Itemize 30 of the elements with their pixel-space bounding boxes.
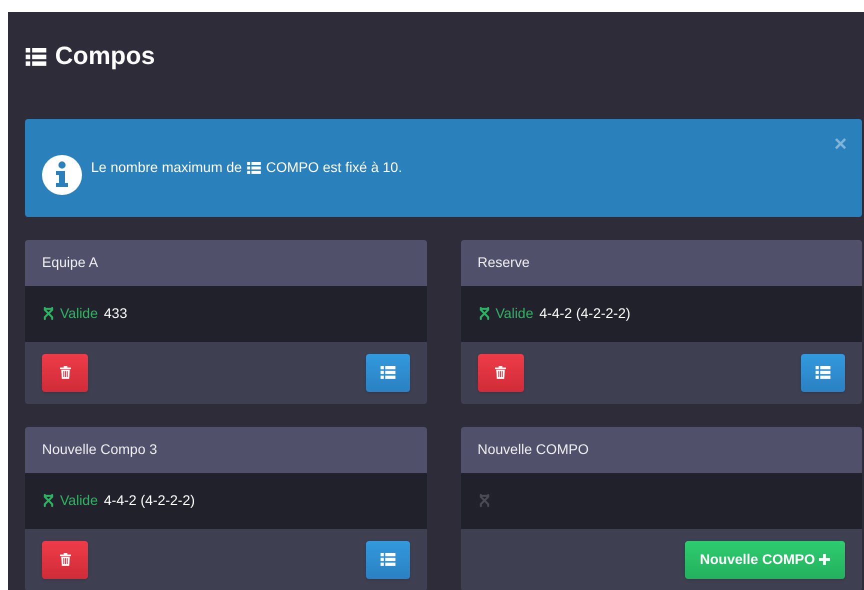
- trash-icon: [495, 366, 506, 379]
- new-compo-button[interactable]: Nouvelle COMPO: [684, 540, 845, 578]
- trash-icon: [60, 553, 70, 566]
- trash-icon: [60, 366, 70, 379]
- details-button[interactable]: [366, 540, 410, 578]
- alert-text: Le nombre maximum de: [91, 158, 242, 177]
- formation-label: 4-4-2 (4-2-2-2): [104, 491, 195, 510]
- card-title: Nouvelle COMPO: [478, 440, 589, 459]
- status-label: Valide: [496, 304, 534, 323]
- formation-label: 433: [104, 304, 128, 323]
- status-label: Valide: [60, 304, 98, 323]
- page-title: Compos: [55, 41, 155, 72]
- card-title: Equipe A: [42, 253, 98, 272]
- status-label: Valide: [60, 491, 98, 510]
- formation-label: 4-4-2 (4-2-2-2): [539, 304, 630, 323]
- info-icon: [42, 154, 82, 194]
- alert-text: COMPO est fixé à 10.: [266, 158, 402, 177]
- list-icon: [25, 48, 47, 66]
- delete-button[interactable]: [478, 354, 524, 392]
- list-icon: [815, 366, 831, 379]
- plus-icon: [819, 554, 830, 565]
- card-title: Reserve: [478, 253, 530, 272]
- delete-button[interactable]: [42, 354, 88, 392]
- list-icon: [246, 162, 262, 174]
- close-button[interactable]: ×: [834, 132, 847, 154]
- list-icon: [380, 553, 396, 566]
- delete-button[interactable]: [42, 540, 88, 578]
- card-title: Nouvelle Compo 3: [42, 440, 158, 459]
- details-button[interactable]: [366, 354, 410, 392]
- list-icon: [380, 366, 396, 379]
